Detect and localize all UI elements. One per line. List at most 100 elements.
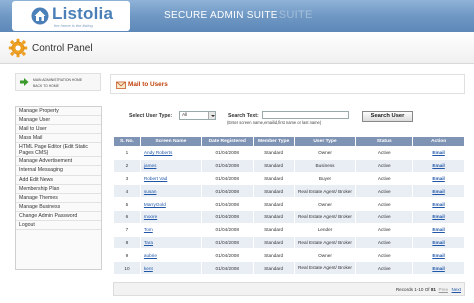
suite-title-text: SECURE ADMIN SUITE	[164, 10, 278, 21]
section-header: Mail to Users	[110, 74, 465, 94]
col-header-screen-name: Screen Name	[139, 136, 202, 147]
cell-screen-name-link[interactable]: james	[139, 158, 202, 173]
cell-sno: 7	[113, 222, 141, 237]
users-table: S. No. Screen Name Date Registered Membe…	[113, 136, 465, 275]
email-link[interactable]: Email	[412, 171, 465, 186]
email-link[interactable]: Email	[412, 248, 465, 263]
cell-status: Active	[355, 261, 414, 275]
cell-member-type: Standard	[252, 235, 295, 250]
cell-member-type: Standard	[252, 209, 295, 224]
cell-screen-name-link[interactable]: kent	[139, 261, 202, 275]
sidebar-item-manage-user[interactable]: Manage User	[16, 116, 101, 126]
cell-sno: 4	[113, 184, 141, 199]
cell-date: 01/04/2008	[200, 184, 254, 199]
cell-date: 01/04/2008	[200, 235, 254, 250]
cell-user-type: Buyer	[293, 171, 357, 186]
header-banner: Listolia the home is the listing SECURE …	[0, 0, 474, 32]
cell-status: Active	[355, 197, 414, 211]
cell-user-type: Real Estate Agent/ Broker	[293, 184, 357, 199]
dropdown-caret-icon[interactable]	[208, 112, 215, 119]
cell-screen-name-link[interactable]: Tara	[139, 235, 202, 250]
user-type-label: Select User Type:	[129, 113, 173, 119]
cell-date: 01/04/2008	[200, 146, 254, 160]
col-header-action: Action	[412, 136, 465, 147]
sidebar-item-html-page-editor[interactable]: HTML Page Editor (Edit Static Pages CMS)	[16, 143, 101, 158]
cell-date: 01/04/2008	[200, 209, 254, 224]
gear-icon	[8, 38, 28, 58]
email-link[interactable]: Email	[412, 197, 465, 211]
cell-user-type: Owner	[293, 248, 357, 263]
sidebar-item-add-edit-news[interactable]: Add Edit News	[16, 176, 101, 185]
cell-date: 01/04/2008	[200, 197, 254, 211]
sidebar-item-logout[interactable]: Logout	[16, 221, 101, 231]
cell-status: Active	[355, 171, 414, 186]
sidebar-item-internal-messaging[interactable]: Internal Messaging	[16, 166, 101, 176]
sidebar-item-mass-mail[interactable]: Mass Mail	[16, 134, 101, 144]
filter-bar: Select User Type: All Search Text: (Ente…	[110, 108, 465, 130]
table-row: 6 moore 01/04/2008 Standard Real Estate …	[113, 209, 465, 224]
table-header-row: S. No. Screen Name Date Registered Membe…	[113, 136, 465, 147]
cell-screen-name-link[interactable]: Tom	[139, 222, 202, 237]
next-page-link[interactable]: Next	[452, 287, 461, 292]
cell-date: 01/04/2008	[200, 222, 254, 237]
email-link[interactable]: Email	[412, 235, 465, 250]
col-header-date-registered: Date Registered	[200, 136, 254, 147]
search-user-button[interactable]: Search User	[362, 111, 413, 122]
cell-member-type: Standard	[252, 197, 295, 211]
home-link[interactable]: MAIN ADMINISTRATION HOME BACK TO HOME	[15, 73, 101, 91]
records-count: Records 1-10 Of 81	[396, 287, 436, 292]
cell-screen-name-link[interactable]: Andy Roberts	[139, 146, 202, 160]
sidebar-item-membership-plan[interactable]: Membership Plan	[16, 185, 101, 194]
cell-screen-name-link[interactable]: susan	[139, 184, 202, 199]
email-link[interactable]: Email	[412, 158, 465, 173]
cell-status: Active	[355, 222, 414, 237]
cell-member-type: Standard	[252, 146, 295, 160]
email-link[interactable]: Email	[412, 222, 465, 237]
table-row: 7 Tom 01/04/2008 Standard Lender Active …	[113, 222, 465, 237]
email-link[interactable]: Email	[412, 146, 465, 160]
cell-status: Active	[355, 184, 414, 199]
col-header-member-type: Member Type	[252, 136, 295, 147]
sidebar-item-change-admin-password[interactable]: Change Admin Password	[16, 212, 101, 222]
cell-sno: 1	[113, 146, 141, 160]
records-total: 81	[430, 287, 436, 292]
cell-member-type: Standard	[252, 248, 295, 263]
green-arrow-icon	[20, 78, 29, 86]
pagination-bar: Records 1-10 Of 81 Prev Next	[113, 282, 465, 296]
logo-tagline: the home is the listing	[54, 23, 93, 28]
mail-icon	[116, 81, 126, 89]
cell-date: 01/04/2008	[200, 261, 254, 275]
cell-sno: 6	[113, 209, 141, 224]
cell-screen-name-link[interactable]: aubrie	[139, 248, 202, 263]
logo[interactable]: Listolia the home is the listing	[12, 1, 130, 31]
col-header-sno: S. No.	[113, 136, 141, 147]
cell-sno: 10	[113, 261, 141, 275]
home-link-sublabel: BACK TO HOME	[33, 83, 59, 88]
sidebar-item-manage-themes[interactable]: Manage Themes	[16, 194, 101, 203]
email-link[interactable]: Email	[412, 209, 465, 224]
email-link[interactable]: Email	[412, 261, 465, 275]
control-panel-bar: Control Panel	[0, 32, 474, 64]
logo-text: Listolia	[52, 4, 114, 23]
user-type-value: All	[182, 113, 188, 118]
cell-date: 01/04/2008	[200, 158, 254, 173]
cell-user-type: Owner	[293, 197, 357, 211]
cell-screen-name-link[interactable]: MarryGold	[139, 197, 202, 211]
sidebar-item-manage-advertisement[interactable]: Manage Advertisement	[16, 157, 101, 167]
cell-screen-name-link[interactable]: Robert Vad	[139, 171, 202, 186]
sidebar-item-mail-to-user[interactable]: Mail to User	[16, 125, 101, 135]
prev-page-link[interactable]: Prev	[439, 287, 448, 292]
section-title: Mail to Users	[128, 81, 168, 88]
cell-sno: 3	[113, 171, 141, 186]
cell-screen-name-link[interactable]: moore	[139, 209, 202, 224]
cell-user-type: Owner	[293, 146, 357, 160]
search-text-label: Search Text:	[228, 113, 259, 119]
cell-status: Active	[355, 158, 414, 173]
sidebar-item-manage-property[interactable]: Manage Property	[16, 107, 101, 117]
user-type-select[interactable]: All	[179, 111, 216, 120]
email-link[interactable]: Email	[412, 184, 465, 199]
search-input[interactable]	[262, 111, 349, 119]
cell-member-type: Standard	[252, 261, 295, 275]
table-row: 10 kent 01/04/2008 Standard Real Estate …	[113, 261, 465, 275]
sidebar-item-manage-business[interactable]: Manage Business	[16, 203, 101, 212]
